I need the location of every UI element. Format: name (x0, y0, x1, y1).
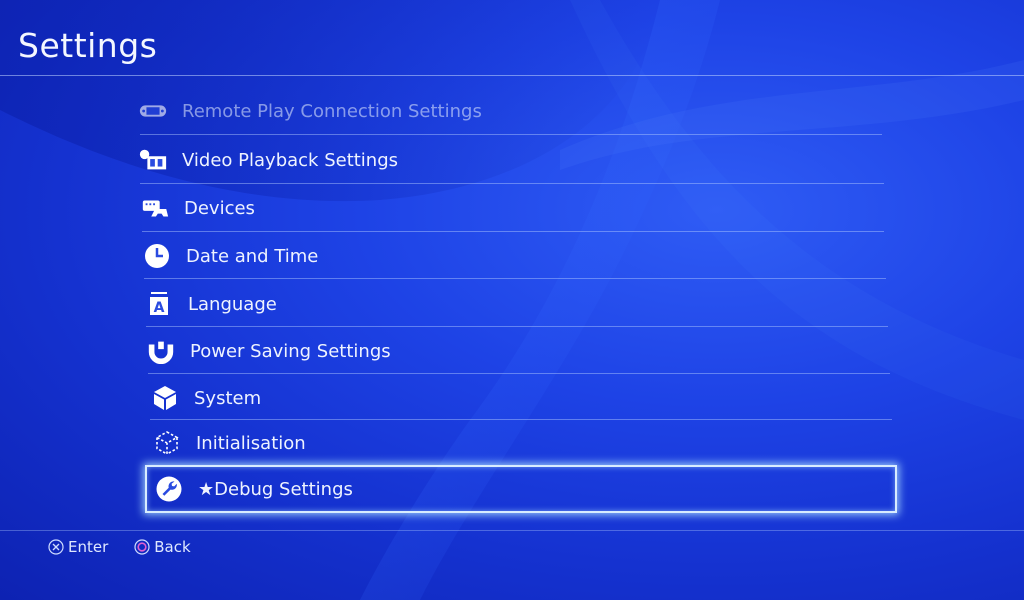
svg-text:A: A (154, 300, 165, 316)
menu-divider (140, 183, 884, 184)
menu-item-system[interactable]: System (150, 375, 261, 421)
menu-item-label: Initialisation (196, 432, 306, 454)
menu-item-video-playback[interactable]: Video Playback Settings (138, 137, 398, 183)
menu-item-label: Date and Time (186, 245, 319, 267)
ps-vita-icon (138, 98, 168, 124)
menu-item-label: Video Playback Settings (182, 149, 399, 171)
cross-button-icon (48, 539, 64, 555)
devices-icon (140, 195, 170, 221)
menu-divider (142, 231, 884, 232)
menu-item-label: Power Saving Settings (190, 340, 391, 362)
clock-icon (142, 243, 172, 269)
language-icon: A (144, 291, 174, 317)
button-hints: Enter Back (48, 538, 191, 556)
back-hint[interactable]: Back (134, 538, 191, 556)
menu-item-label: Devices (184, 197, 255, 219)
initialisation-icon (152, 430, 182, 456)
wrench-icon (154, 476, 184, 502)
menu-item-label: System (194, 387, 262, 409)
cube-icon (150, 385, 180, 411)
menu-divider (140, 134, 882, 135)
menu-item-label: Remote Play Connection Settings (182, 100, 482, 122)
video-film-icon (138, 147, 168, 173)
circle-button-icon (134, 539, 150, 555)
back-label: Back (154, 538, 191, 556)
menu-item-remote-play[interactable]: Remote Play Connection Settings (138, 88, 482, 134)
footer-divider (0, 530, 1024, 531)
menu-item-language[interactable]: A Language (144, 281, 277, 327)
power-saving-icon (146, 338, 176, 364)
menu-item-label: Language (188, 293, 277, 315)
menu-item-label: ★Debug Settings (198, 478, 353, 500)
menu-divider (148, 373, 890, 374)
menu-divider (146, 326, 888, 327)
settings-menu: Remote Play Connection Settings Video Pl… (0, 0, 1024, 600)
menu-divider (144, 278, 886, 279)
menu-item-devices[interactable]: Devices (140, 185, 255, 231)
enter-hint[interactable]: Enter (48, 538, 108, 556)
menu-item-initialisation[interactable]: Initialisation (152, 420, 306, 466)
menu-item-power-saving[interactable]: Power Saving Settings (146, 328, 391, 374)
menu-item-date-time[interactable]: Date and Time (142, 233, 318, 279)
menu-item-debug-settings[interactable]: ★Debug Settings (154, 466, 353, 512)
enter-label: Enter (68, 538, 109, 556)
